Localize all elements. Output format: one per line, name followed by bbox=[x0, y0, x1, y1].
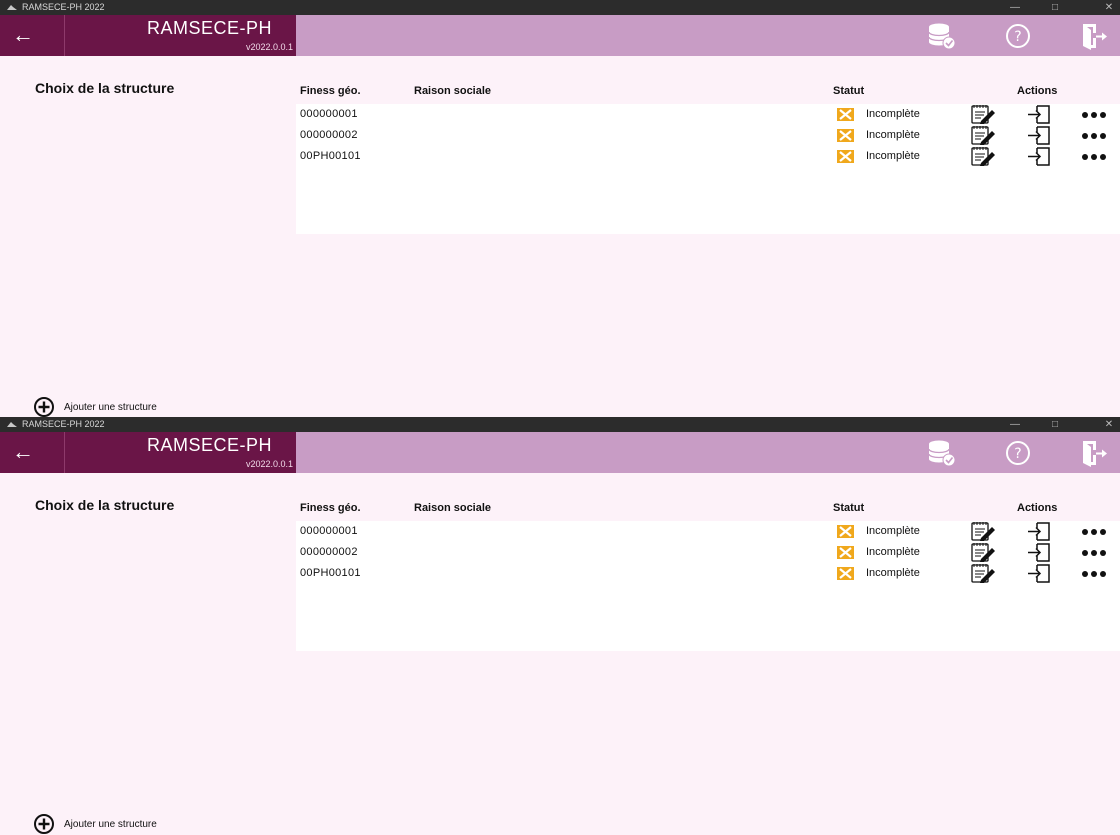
table-row[interactable]: 000000001 Incomplète bbox=[296, 521, 1120, 541]
window-titlebar: RAMSECE-PH 2022 — □ ✕ bbox=[0, 0, 1120, 15]
close-button[interactable]: ✕ bbox=[1094, 417, 1120, 432]
window-title: RAMSECE-PH 2022 bbox=[22, 419, 105, 429]
finess-cell: 000000001 bbox=[300, 108, 358, 120]
add-circle-icon bbox=[34, 814, 54, 834]
minimize-button[interactable]: — bbox=[1000, 0, 1030, 15]
column-header-raison-sociale[interactable]: Raison sociale bbox=[414, 85, 491, 97]
database-check-icon[interactable] bbox=[926, 438, 956, 468]
maximize-button[interactable]: □ bbox=[1040, 417, 1070, 432]
app-window: RAMSECE-PH 2022 — □ ✕ ← RAMSECE-PH v2022… bbox=[0, 0, 1120, 417]
status-cell: Incomplète bbox=[866, 546, 920, 558]
section-title: Choix de la structure bbox=[35, 497, 175, 513]
more-dots-icon[interactable] bbox=[1078, 146, 1120, 166]
table-row[interactable]: 00PH00101 Incomplète bbox=[296, 563, 1120, 583]
app-logo-icon bbox=[7, 5, 17, 10]
window-title: RAMSECE-PH 2022 bbox=[22, 2, 105, 12]
status-cell: Incomplète bbox=[866, 129, 920, 141]
back-button[interactable]: ← bbox=[10, 22, 36, 48]
finess-cell: 000000002 bbox=[300, 129, 358, 141]
notepad-edit-icon[interactable] bbox=[970, 104, 996, 124]
database-check-icon[interactable] bbox=[926, 21, 956, 51]
finess-cell: 000000001 bbox=[300, 525, 358, 537]
header-brand: ← RAMSECE-PH v2022.0.0.1 bbox=[0, 15, 296, 56]
status-cell: Incomplète bbox=[866, 567, 920, 579]
add-circle-icon bbox=[34, 397, 54, 417]
app-header: ← RAMSECE-PH v2022.0.0.1 ? bbox=[0, 15, 1120, 56]
svg-text:?: ? bbox=[1014, 29, 1021, 45]
table-row[interactable]: 000000002 Incomplète bbox=[296, 125, 1120, 145]
app-version: v2022.0.0.1 bbox=[245, 459, 293, 469]
finess-cell: 00PH00101 bbox=[300, 150, 361, 162]
column-header-finess[interactable]: Finess géo. bbox=[300, 502, 361, 514]
app-header: ← RAMSECE-PH v2022.0.0.1 ? bbox=[0, 432, 1120, 473]
arrow-left-icon: ← bbox=[12, 439, 34, 464]
window-titlebar: RAMSECE-PH 2022 — □ ✕ bbox=[0, 417, 1120, 432]
enter-structure-icon[interactable] bbox=[1027, 146, 1053, 166]
status-cell: Incomplète bbox=[866, 525, 920, 537]
arrow-left-icon: ← bbox=[12, 22, 34, 47]
notepad-edit-icon[interactable] bbox=[970, 542, 996, 562]
more-dots-icon[interactable] bbox=[1078, 104, 1120, 124]
enter-structure-icon[interactable] bbox=[1027, 563, 1053, 583]
maximize-button[interactable]: □ bbox=[1040, 0, 1070, 15]
finess-cell: 000000002 bbox=[300, 546, 358, 558]
help-circle-icon[interactable]: ? bbox=[1003, 21, 1033, 51]
column-header-statut[interactable]: Statut bbox=[833, 85, 864, 97]
close-button[interactable]: ✕ bbox=[1094, 0, 1120, 15]
table-row[interactable]: 000000001 Incomplète bbox=[296, 104, 1120, 124]
status-cell: Incomplète bbox=[866, 150, 920, 162]
column-header-actions: Actions bbox=[1017, 85, 1058, 97]
header-brand: ← RAMSECE-PH v2022.0.0.1 bbox=[0, 432, 296, 473]
back-button[interactable]: ← bbox=[10, 439, 36, 465]
exit-door-icon[interactable] bbox=[1078, 21, 1108, 51]
column-header-finess[interactable]: Finess géo. bbox=[300, 85, 361, 97]
add-structure-label: Ajouter une structure bbox=[64, 402, 157, 413]
app-window: RAMSECE-PH 2022 — □ ✕ ← RAMSECE-PH v2022… bbox=[0, 417, 1120, 835]
enter-structure-icon[interactable] bbox=[1027, 542, 1053, 562]
section-title: Choix de la structure bbox=[35, 80, 175, 96]
app-version: v2022.0.0.1 bbox=[245, 42, 293, 52]
notepad-edit-icon[interactable] bbox=[970, 125, 996, 145]
column-header-statut[interactable]: Statut bbox=[833, 502, 864, 514]
enter-structure-icon[interactable] bbox=[1027, 125, 1053, 145]
incomplete-warning-icon bbox=[837, 567, 854, 580]
table-row[interactable]: 000000002 Incomplète bbox=[296, 542, 1120, 562]
notepad-edit-icon[interactable] bbox=[970, 146, 996, 166]
table-row[interactable]: 00PH00101 Incomplète bbox=[296, 146, 1120, 166]
incomplete-warning-icon bbox=[837, 546, 854, 559]
minimize-button[interactable]: — bbox=[1000, 417, 1030, 432]
finess-cell: 00PH00101 bbox=[300, 567, 361, 579]
incomplete-warning-icon bbox=[837, 150, 854, 163]
incomplete-warning-icon bbox=[837, 108, 854, 121]
app-logo-icon bbox=[7, 422, 17, 427]
exit-door-icon[interactable] bbox=[1078, 438, 1108, 468]
notepad-edit-icon[interactable] bbox=[970, 563, 996, 583]
column-header-actions: Actions bbox=[1017, 502, 1058, 514]
help-circle-icon[interactable]: ? bbox=[1003, 438, 1033, 468]
add-structure-label: Ajouter une structure bbox=[64, 819, 157, 830]
incomplete-warning-icon bbox=[837, 525, 854, 538]
enter-structure-icon[interactable] bbox=[1027, 521, 1053, 541]
header-divider bbox=[64, 15, 65, 56]
column-header-raison-sociale[interactable]: Raison sociale bbox=[414, 502, 491, 514]
more-dots-icon[interactable] bbox=[1078, 563, 1120, 583]
svg-text:?: ? bbox=[1014, 446, 1021, 462]
app-name: RAMSECE-PH bbox=[146, 435, 272, 455]
header-divider bbox=[64, 432, 65, 473]
app-name: RAMSECE-PH bbox=[146, 18, 272, 38]
more-dots-icon[interactable] bbox=[1078, 125, 1120, 145]
enter-structure-icon[interactable] bbox=[1027, 104, 1053, 124]
more-dots-icon[interactable] bbox=[1078, 542, 1120, 562]
more-dots-icon[interactable] bbox=[1078, 521, 1120, 541]
incomplete-warning-icon bbox=[837, 129, 854, 142]
notepad-edit-icon[interactable] bbox=[970, 521, 996, 541]
status-cell: Incomplète bbox=[866, 108, 920, 120]
